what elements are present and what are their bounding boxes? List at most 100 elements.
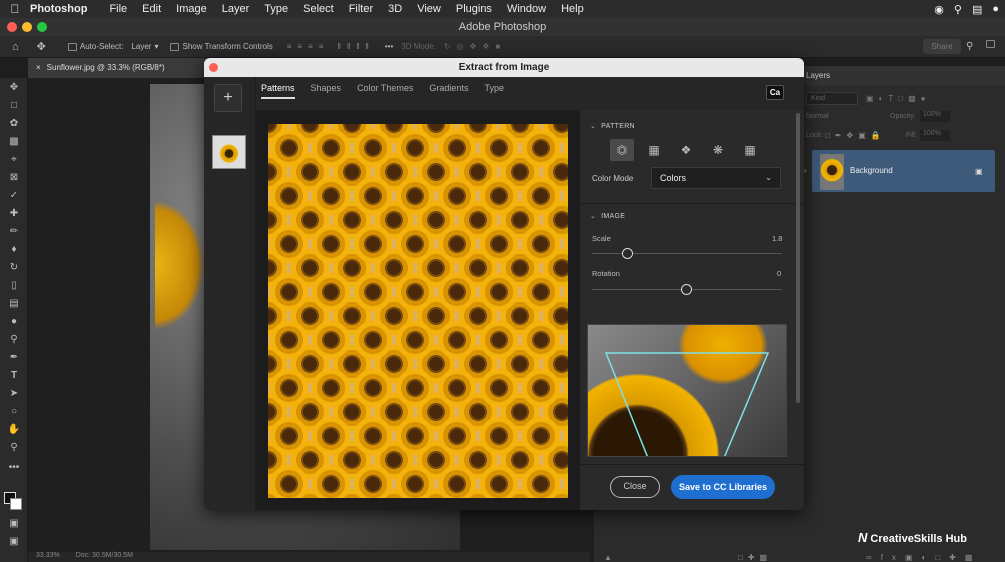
dodge-tool-icon[interactable]: ⚲ [7,334,21,346]
align-icons[interactable]: ≡≡≡≡ ‖‖‖‖ [287,42,375,51]
path-select-tool-icon[interactable]: ➤ [7,388,21,400]
layer-filter-dropdown[interactable]: Kind [806,92,858,105]
background-color-swatch[interactable] [10,498,22,510]
search-icon[interactable]: ⚲ [966,41,973,52]
search-icon[interactable]: ⚲ [954,3,962,16]
auto-select-checkbox[interactable]: Auto-Select: [67,42,123,51]
window-close-button[interactable] [7,22,17,32]
opacity-field[interactable]: 100% [920,111,950,122]
color-mode-dropdown[interactable]: Colors ⌄ [651,167,781,189]
save-to-cc-libraries-button[interactable]: Save to CC Libraries [671,475,775,499]
lasso-tool-icon[interactable]: ✿ [7,118,21,130]
add-image-button[interactable]: + [214,84,242,112]
stamp-tool-icon[interactable]: ♦ [7,244,21,256]
scale-slider-track[interactable] [592,253,782,254]
menu-filter[interactable]: Filter [349,3,373,15]
history-brush-icon[interactable]: ↻ [7,262,21,274]
layer-filter-icons[interactable]: ▣◐T□▩● [866,94,931,103]
more-tools-icon[interactable]: ••• [7,462,21,474]
blend-mode-dropdown[interactable]: Normal [806,113,829,120]
home-icon[interactable]: ⌂ [12,41,19,53]
screen-mode-icon[interactable]: ▣ [7,536,21,548]
zoom-tool-icon[interactable]: ⚲ [7,442,21,454]
more-options-icon[interactable]: ••• [385,42,393,51]
layer-expand-icon[interactable]: › [804,166,807,175]
eraser-tool-icon[interactable]: ▯ [7,280,21,292]
fill-field[interactable]: 100% [920,130,950,141]
window-zoom-button[interactable] [37,22,47,32]
source-image-thumbnail[interactable] [212,135,246,169]
control-center-icon[interactable]: ▤ [972,3,982,16]
selection-outline[interactable] [588,325,787,457]
apple-icon[interactable]:  [0,2,30,16]
shape-tool-icon[interactable]: ○ [7,406,21,418]
logo-icon: N [858,530,868,545]
lock-icons[interactable]: □✒✥▣🔒 [825,131,886,140]
square-pattern-button[interactable]: ▦ [642,139,666,161]
rotation-slider-handle[interactable] [681,284,692,295]
menu-3d[interactable]: 3D [388,3,402,15]
3d-mode-icons[interactable]: ↻◎✥❖■ [444,42,506,51]
menu-type[interactable]: Type [264,3,288,15]
close-button[interactable]: Close [610,476,660,498]
tools-panel: ✥ □ ✿ ▩ ⌖ ⊠ ✓ ✚ ✏ ♦ ↻ ▯ ▤ ● ⚲ ✒ T ➤ ○ ✋ … [0,78,28,562]
app-menu[interactable]: Photoshop [30,3,87,15]
tab-color-themes[interactable]: Color Themes [357,83,413,99]
menu-file[interactable]: File [109,3,127,15]
layers-panel-tab[interactable]: Layers [800,66,1005,86]
blur-tool-icon[interactable]: ● [7,316,21,328]
show-transform-checkbox[interactable]: Show Transform Controls [170,42,273,51]
tab-patterns[interactable]: Patterns [261,83,295,99]
menu-plugins[interactable]: Plugins [456,3,492,15]
menu-image[interactable]: Image [176,3,207,15]
dialog-close-button[interactable] [209,63,218,72]
share-button[interactable]: Share [923,39,961,54]
window-minimize-button[interactable] [22,22,32,32]
workspace-icon[interactable] [986,40,995,48]
pattern-section-header[interactable]: ⌄ PATTERN [590,122,635,130]
menu-help[interactable]: Help [561,3,584,15]
quick-mask-icon[interactable]: ▣ [7,518,21,530]
brush-tool-icon[interactable]: ✏ [7,226,21,238]
creative-cloud-icon[interactable]: ◉ [934,3,944,16]
grid-pattern-button[interactable]: ▦ [738,139,762,161]
move-tool-icon[interactable]: ✥ [37,40,46,53]
octagon-pattern-button[interactable]: ❋ [706,139,730,161]
source-image-preview[interactable] [587,324,787,457]
move-tool-icon[interactable]: ✥ [7,82,21,94]
type-tool-icon[interactable]: T [7,370,21,382]
tab-type[interactable]: Type [484,83,504,99]
tab-shapes[interactable]: Shapes [311,83,342,99]
menu-view[interactable]: View [417,3,441,15]
pen-tool-icon[interactable]: ✒ [7,352,21,364]
layers-footer-icons[interactable]: ∞fx▣◐□✚▩ [866,553,981,562]
image-section-header[interactable]: ⌄ IMAGE [590,212,625,220]
hand-tool-icon[interactable]: ✋ [7,424,21,436]
cc-libraries-badge[interactable]: Ca [766,85,784,100]
frame-tool-icon[interactable]: ⊠ [7,172,21,184]
layer-comp-icon[interactable]: ▲ [604,553,612,562]
menu-select[interactable]: Select [303,3,334,15]
gradient-tool-icon[interactable]: ▤ [7,298,21,310]
panel-footer-icons[interactable]: □✚▩ [738,553,772,562]
eyedropper-tool-icon[interactable]: ✓ [7,190,21,202]
layer-name[interactable]: Background [850,166,893,175]
siri-icon[interactable]: ● [992,3,999,15]
menu-window[interactable]: Window [507,3,546,15]
hexagon-pattern-button[interactable]: ⏣ [610,139,634,161]
document-tab[interactable]: × Sunflower.jpg @ 33.3% (RGB/8*) [28,58,228,78]
scale-slider-handle[interactable] [622,248,633,259]
crop-tool-icon[interactable]: ⌖ [7,154,21,166]
menu-layer[interactable]: Layer [222,3,250,15]
layer-lock-icon[interactable]: ▣ [975,167,983,176]
object-select-tool-icon[interactable]: ▩ [7,136,21,148]
diamond-pattern-button[interactable]: ❖ [674,139,698,161]
tab-gradients[interactable]: Gradients [429,83,468,99]
menu-edit[interactable]: Edit [142,3,161,15]
auto-select-dropdown[interactable]: Layer ▾ [131,42,158,51]
controls-scrollbar[interactable] [796,113,800,403]
image-section-title: IMAGE [601,213,626,220]
healing-brush-icon[interactable]: ✚ [7,208,21,220]
close-tab-icon[interactable]: × [36,63,41,72]
marquee-tool-icon[interactable]: □ [7,100,21,112]
